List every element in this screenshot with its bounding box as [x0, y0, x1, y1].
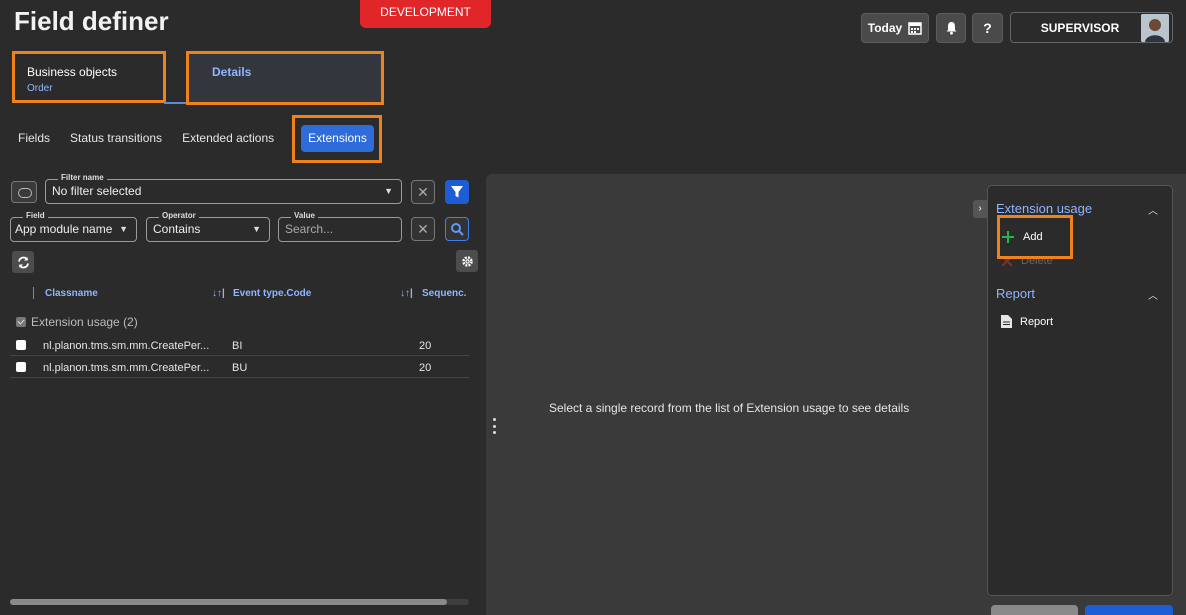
notifications-button[interactable]	[936, 13, 966, 43]
tab-status-transitions[interactable]: Status transitions	[70, 131, 162, 145]
scrollbar-thumb[interactable]	[10, 599, 447, 605]
column-header-event-type[interactable]: Event type.Code	[233, 288, 311, 299]
tab-divider	[164, 102, 188, 104]
app-root: Field definer DEVELOPMENT Today ? SUPERV…	[0, 0, 1186, 615]
filter-toggle[interactable]	[11, 181, 37, 203]
extensions-tab-highlight: Extensions	[292, 115, 382, 163]
tab-extended-actions[interactable]: Extended actions	[182, 131, 274, 145]
filter-name-select[interactable]: Filter name No filter selected ▼	[45, 173, 402, 204]
gear-icon	[461, 255, 473, 267]
calendar-icon	[908, 22, 922, 35]
value-search-input[interactable]: Value Search...	[278, 211, 402, 242]
search-button[interactable]	[445, 217, 469, 241]
filter-name-value: No filter selected	[52, 184, 142, 198]
caret-down-icon: ▼	[252, 224, 261, 234]
refresh-icon	[17, 256, 29, 268]
filter-button[interactable]	[445, 180, 469, 204]
cell-event-type: BU	[232, 362, 248, 374]
bell-icon	[946, 22, 956, 35]
report-label: Report	[1020, 315, 1054, 328]
column-separator	[33, 287, 34, 299]
caret-down-icon: ▼	[384, 186, 393, 196]
environment-badge: DEVELOPMENT	[360, 0, 491, 28]
caret-down-icon: ▼	[119, 224, 128, 234]
close-icon: ✕	[417, 184, 429, 200]
business-objects-tab[interactable]: Business objects Order	[12, 51, 166, 103]
subtab-bar: Fields Status transitions Extended actio…	[18, 131, 294, 145]
cell-event-type: BI	[232, 340, 243, 352]
document-icon	[1001, 315, 1012, 328]
secondary-bottom-button[interactable]	[991, 605, 1078, 615]
tab-extensions[interactable]: Extensions	[301, 125, 374, 152]
tab-fields[interactable]: Fields	[18, 131, 50, 145]
empty-detail-message: Select a single record from the list of …	[549, 401, 910, 415]
column-header-sequence[interactable]: Sequenc.	[422, 288, 466, 299]
extension-usage-section-title[interactable]: Extension usage	[996, 201, 1092, 216]
group-header[interactable]: Extension usage (2)	[16, 315, 138, 329]
field-select[interactable]: Field App module name ▼	[10, 211, 137, 242]
user-name: SUPERVISOR	[1040, 20, 1120, 35]
sort-icon[interactable]: ↓↑|	[212, 288, 225, 299]
avatar	[1141, 13, 1169, 42]
group-label: Extension usage (2)	[31, 315, 138, 329]
filter-name-legend: Filter name	[58, 173, 107, 183]
refresh-button[interactable]	[12, 251, 34, 273]
operator-legend: Operator	[159, 211, 199, 221]
value-placeholder: Search...	[285, 222, 334, 236]
operator-value: Contains	[153, 222, 201, 236]
today-button[interactable]: Today	[861, 13, 929, 43]
page-title: Field definer	[14, 6, 169, 36]
add-action-highlight	[997, 215, 1073, 259]
value-legend: Value	[291, 211, 318, 221]
cell-sequence: 20	[419, 362, 432, 374]
cell-classname: nl.planon.tms.sm.mm.CreatePer...	[43, 340, 210, 352]
chevron-up-icon[interactable]: ︿	[1148, 202, 1158, 217]
clear-filter-button[interactable]: ✕	[411, 180, 435, 204]
primary-bottom-button[interactable]	[1085, 605, 1173, 615]
row-checkbox[interactable]	[16, 362, 26, 372]
report-action[interactable]: Report	[1001, 315, 1053, 328]
chevron-up-icon[interactable]: ︿	[1148, 287, 1158, 302]
search-icon	[451, 223, 464, 236]
business-objects-label: Business objects	[27, 65, 118, 79]
cell-sequence: 20	[419, 340, 432, 352]
settings-button[interactable]	[456, 250, 478, 272]
details-tab[interactable]: Details	[186, 51, 384, 105]
operator-select[interactable]: Operator Contains ▼	[146, 211, 270, 242]
report-section-title[interactable]: Report	[996, 286, 1035, 301]
sort-icon[interactable]: ↓↑|	[400, 288, 413, 299]
help-button[interactable]: ?	[972, 13, 1003, 43]
clear-value-button[interactable]: ✕	[411, 217, 435, 241]
chevron-right-icon: ›	[978, 203, 982, 214]
business-objects-value: Order	[27, 83, 53, 94]
checkbox-checked-icon[interactable]	[16, 317, 26, 327]
horizontal-scrollbar[interactable]	[10, 599, 469, 605]
user-menu-button[interactable]: SUPERVISOR	[1010, 12, 1173, 43]
close-icon: ✕	[417, 221, 429, 237]
today-label: Today	[867, 21, 903, 35]
field-legend: Field	[23, 211, 48, 221]
cell-classname: nl.planon.tms.sm.mm.CreatePer...	[43, 362, 210, 374]
column-header-classname[interactable]: Classname	[45, 288, 98, 299]
panel-splitter[interactable]	[493, 418, 496, 434]
row-checkbox[interactable]	[16, 340, 26, 350]
table-row[interactable]: nl.planon.tms.sm.mm.CreatePer... BI 20	[10, 337, 469, 356]
field-value: App module name	[15, 222, 113, 236]
collapse-actions-button[interactable]: ›	[973, 200, 987, 218]
funnel-icon	[451, 186, 463, 198]
table-row[interactable]: nl.planon.tms.sm.mm.CreatePer... BU 20	[10, 359, 469, 378]
